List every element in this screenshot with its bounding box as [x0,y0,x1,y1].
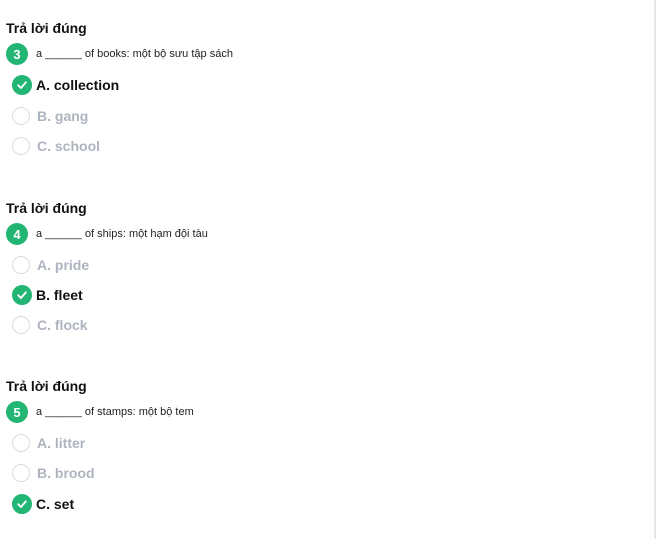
option-b[interactable]: B. gang [12,105,88,127]
option-label: A. collection [36,77,120,93]
option-label: A. pride [37,257,90,273]
answer-status: Trả lời đúng [6,378,87,394]
option-label: C. set [36,496,75,512]
option-label: A. litter [37,435,86,451]
check-icon [12,75,32,95]
radio-circle-icon [12,464,30,482]
option-label: B. brood [37,465,95,481]
radio-circle-icon [12,137,30,155]
option-label: C. flock [37,317,88,333]
radio-circle-icon [12,316,30,334]
option-a[interactable]: A. pride [12,254,89,276]
answer-status: Trả lời đúng [6,20,87,36]
question-number-badge: 4 [6,223,28,245]
question-header: 5 a ______ of stamps: một bộ tem [6,401,194,423]
option-c[interactable]: C. school [12,135,100,157]
radio-circle-icon [12,256,30,274]
option-a[interactable]: A. collection [12,74,119,96]
check-icon [12,285,32,305]
option-c[interactable]: C. flock [12,314,88,336]
check-icon [12,494,32,514]
question-number-badge: 5 [6,401,28,423]
option-b[interactable]: B. fleet [12,284,83,306]
question-prompt: a ______ of ships: một hạm đội tàu [36,228,208,240]
option-b[interactable]: B. brood [12,462,95,484]
radio-circle-icon [12,107,30,125]
question-number-badge: 3 [6,43,28,65]
answer-status: Trả lời đúng [6,200,87,216]
option-label: B. gang [37,108,89,124]
question-prompt: a ______ of stamps: một bộ tem [36,406,194,418]
question-prompt: a ______ of books: một bộ sưu tập sách [36,48,233,60]
option-label: B. fleet [36,287,83,303]
option-label: C. school [37,138,101,154]
option-c[interactable]: C. set [12,493,74,515]
option-a[interactable]: A. litter [12,432,85,454]
radio-circle-icon [12,434,30,452]
question-header: 4 a ______ of ships: một hạm đội tàu [6,223,208,245]
question-header: 3 a ______ of books: một bộ sưu tập sách [6,43,233,65]
